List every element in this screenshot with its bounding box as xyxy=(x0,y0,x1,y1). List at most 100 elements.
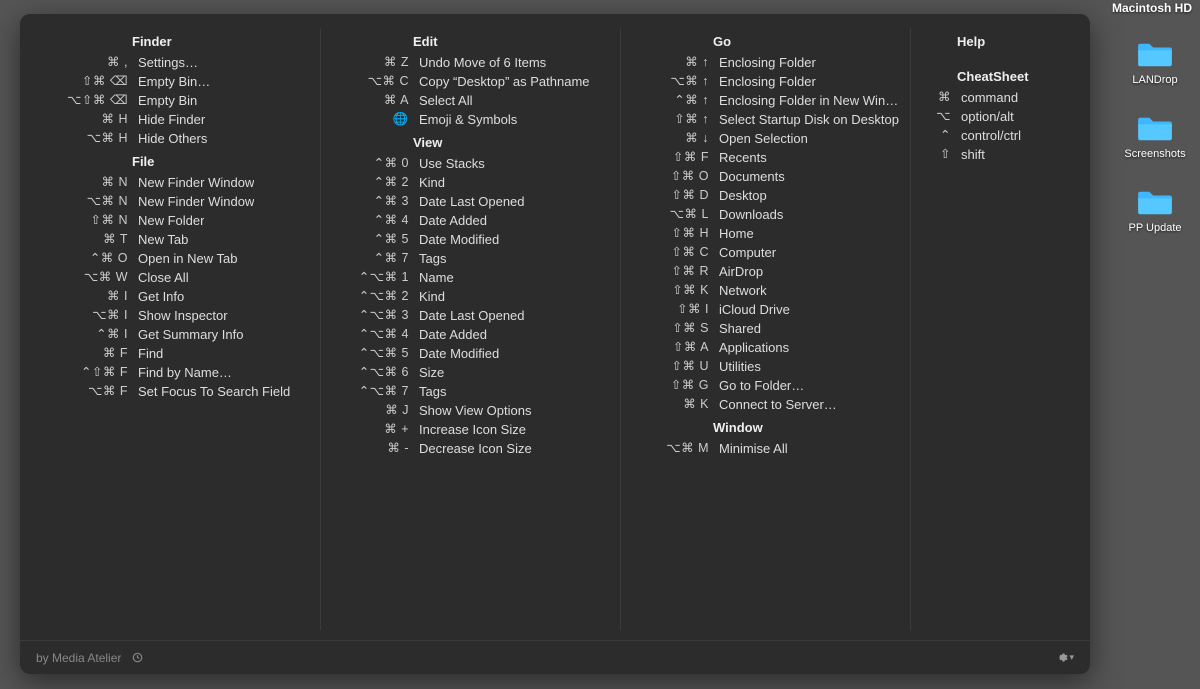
legend-row: ⌥option/alt xyxy=(921,107,1060,126)
shortcut-row[interactable]: ⇧⌘ ↑Select Startup Disk on Desktop xyxy=(631,110,900,129)
shortcut-row[interactable]: ⌘ ASelect All xyxy=(331,91,610,110)
shortcut-row[interactable]: ⌃⇧⌘ FFind by Name… xyxy=(50,363,310,382)
sync-icon[interactable] xyxy=(131,651,144,664)
desktop-folder[interactable]: Screenshots xyxy=(1124,114,1185,160)
shortcut-row[interactable]: ⇧⌘ CComputer xyxy=(631,243,900,262)
shortcut-keys: ⇧⌘ N xyxy=(50,211,128,230)
shortcut-row[interactable]: ⌃⌘ IGet Summary Info xyxy=(50,325,310,344)
shortcut-action: control/ctrl xyxy=(951,126,1021,145)
shortcut-action: Tags xyxy=(409,249,446,268)
shortcut-row[interactable]: ⌥⌘ NNew Finder Window xyxy=(50,192,310,211)
shortcut-row[interactable]: ⌃⌘ 4Date Added xyxy=(331,211,610,230)
shortcut-row[interactable]: ⌘ ↓Open Selection xyxy=(631,129,900,148)
shortcut-row[interactable]: ⇧⌘ DDesktop xyxy=(631,186,900,205)
shortcut-action: Enclosing Folder in New Window xyxy=(709,91,900,110)
shortcut-row[interactable]: ⌘ ZUndo Move of 6 Items xyxy=(331,53,610,72)
shortcut-row[interactable]: ⇧⌘ ODocuments xyxy=(631,167,900,186)
desktop-folder[interactable]: PP Update xyxy=(1128,188,1181,234)
shortcut-row[interactable]: ⌘ +Increase Icon Size xyxy=(331,420,610,439)
shortcut-row[interactable]: ⌥⌘ CCopy “Desktop” as Pathname xyxy=(331,72,610,91)
shortcut-row[interactable]: ⌃⌥⌘ 3Date Last Opened xyxy=(331,306,610,325)
shortcut-row[interactable]: ⇧⌘ RAirDrop xyxy=(631,262,900,281)
shortcut-row[interactable]: ⌘ HHide Finder xyxy=(50,110,310,129)
shortcut-keys: ⇧⌘ F xyxy=(631,148,709,167)
shortcut-keys: ⌃⌥⌘ 4 xyxy=(331,325,409,344)
shortcut-action: Select Startup Disk on Desktop xyxy=(709,110,899,129)
legend-title: CheatSheet xyxy=(957,69,1060,84)
shortcut-action: Date Modified xyxy=(409,230,499,249)
shortcut-row[interactable]: ⌘ KConnect to Server… xyxy=(631,395,900,414)
shortcut-row[interactable]: ⌃⌥⌘ 2Kind xyxy=(331,287,610,306)
shortcut-keys: ⇧⌘ R xyxy=(631,262,709,281)
shortcut-action: iCloud Drive xyxy=(709,300,790,319)
shortcut-row[interactable]: ⌥⇧⌘ ⌫Empty Bin xyxy=(50,91,310,110)
shortcut-row[interactable]: ⇧⌘ KNetwork xyxy=(631,281,900,300)
shortcut-keys: ⇧⌘ ⌫ xyxy=(50,72,128,91)
shortcut-action: New Tab xyxy=(128,230,188,249)
shortcut-action: Empty Bin xyxy=(128,91,197,110)
shortcut-keys: ⌘ N xyxy=(50,173,128,192)
shortcut-keys: ⌃⌘ 0 xyxy=(331,154,409,173)
shortcut-action: Find xyxy=(128,344,163,363)
shortcut-row[interactable]: ⌥⌘ HHide Others xyxy=(50,129,310,148)
shortcut-row[interactable]: ⌥⌘ IShow Inspector xyxy=(50,306,310,325)
shortcut-action: Emoji & Symbols xyxy=(409,110,517,129)
shortcut-row[interactable]: ⇧⌘ NNew Folder xyxy=(50,211,310,230)
shortcut-row[interactable]: ⌥⌘ LDownloads xyxy=(631,205,900,224)
shortcut-action: Open Selection xyxy=(709,129,808,148)
desktop-icons: LANDrop Screenshots PP Update xyxy=(1120,40,1190,234)
shortcut-row[interactable]: ⌃⌘ 0Use Stacks xyxy=(331,154,610,173)
shortcut-action: Undo Move of 6 Items xyxy=(409,53,546,72)
shortcut-row[interactable]: ⇧⌘ AApplications xyxy=(631,338,900,357)
shortcut-row[interactable]: ⌃⌘ 7Tags xyxy=(331,249,610,268)
shortcut-row[interactable]: ⌃⌥⌘ 7Tags xyxy=(331,382,610,401)
shortcut-row[interactable]: ⌘ JShow View Options xyxy=(331,401,610,420)
credit-link[interactable]: by Media Atelier xyxy=(36,651,121,665)
shortcut-row[interactable]: ⌘ NNew Finder Window xyxy=(50,173,310,192)
shortcut-row[interactable]: ⌃⌘ OOpen in New Tab xyxy=(50,249,310,268)
shortcut-row[interactable]: ⌃⌥⌘ 1Name xyxy=(331,268,610,287)
shortcut-row[interactable]: ⌃⌘ ↑Enclosing Folder in New Window xyxy=(631,91,900,110)
shortcut-row[interactable]: ⌃⌘ 5Date Modified xyxy=(331,230,610,249)
section-title: Finder xyxy=(132,34,310,49)
shortcut-row[interactable]: ⌥⌘ MMinimise All xyxy=(631,439,900,458)
shortcut-row[interactable]: ⇧⌘ UUtilities xyxy=(631,357,900,376)
shortcut-action: Close All xyxy=(128,268,189,287)
shortcut-row[interactable]: ⌥⌘ FSet Focus To Search Field xyxy=(50,382,310,401)
shortcut-action: Hide Others xyxy=(128,129,207,148)
shortcut-row[interactable]: ⌥⌘ ↑Enclosing Folder xyxy=(631,72,900,91)
shortcut-action: shift xyxy=(951,145,985,164)
settings-gear-icon[interactable]: ▾ xyxy=(1055,651,1074,664)
desktop-folder-label: Screenshots xyxy=(1124,148,1185,160)
desktop-folder-label: PP Update xyxy=(1128,222,1181,234)
shortcut-keys: 🌐 xyxy=(331,110,409,129)
shortcut-row[interactable]: ⌘ FFind xyxy=(50,344,310,363)
shortcut-row[interactable]: 🌐Emoji & Symbols xyxy=(331,110,610,129)
shortcut-row[interactable]: ⌘ -Decrease Icon Size xyxy=(331,439,610,458)
shortcut-row[interactable]: ⌃⌥⌘ 4Date Added xyxy=(331,325,610,344)
shortcut-row[interactable]: ⌃⌥⌘ 6Size xyxy=(331,363,610,382)
shortcut-row[interactable]: ⌃⌘ 2Kind xyxy=(331,173,610,192)
shortcut-action: Get Info xyxy=(128,287,184,306)
shortcut-row[interactable]: ⌘ ,Settings… xyxy=(50,53,310,72)
shortcut-row[interactable]: ⇧⌘ ⌫Empty Bin… xyxy=(50,72,310,91)
shortcut-row[interactable]: ⇧⌘ GGo to Folder… xyxy=(631,376,900,395)
shortcut-row[interactable]: ⌘ ↑Enclosing Folder xyxy=(631,53,900,72)
shortcut-keys: ⌥⌘ N xyxy=(50,192,128,211)
shortcut-keys: ⌥⌘ H xyxy=(50,129,128,148)
shortcut-row[interactable]: ⇧⌘ FRecents xyxy=(631,148,900,167)
shortcut-row[interactable]: ⇧⌘ SShared xyxy=(631,319,900,338)
shortcut-keys: ⌥⌘ I xyxy=(50,306,128,325)
shortcut-keys: ⌘ A xyxy=(331,91,409,110)
shortcut-row[interactable]: ⌃⌘ 3Date Last Opened xyxy=(331,192,610,211)
section-title: Edit xyxy=(413,34,610,49)
desktop-folder-label: LANDrop xyxy=(1132,74,1177,86)
shortcut-row[interactable]: ⌃⌥⌘ 5Date Modified xyxy=(331,344,610,363)
shortcut-action: Show View Options xyxy=(409,401,532,420)
desktop-folder[interactable]: LANDrop xyxy=(1132,40,1177,86)
shortcut-row[interactable]: ⇧⌘ IiCloud Drive xyxy=(631,300,900,319)
shortcut-row[interactable]: ⇧⌘ HHome xyxy=(631,224,900,243)
shortcut-row[interactable]: ⌘ TNew Tab xyxy=(50,230,310,249)
shortcut-row[interactable]: ⌥⌘ WClose All xyxy=(50,268,310,287)
shortcut-row[interactable]: ⌘ IGet Info xyxy=(50,287,310,306)
